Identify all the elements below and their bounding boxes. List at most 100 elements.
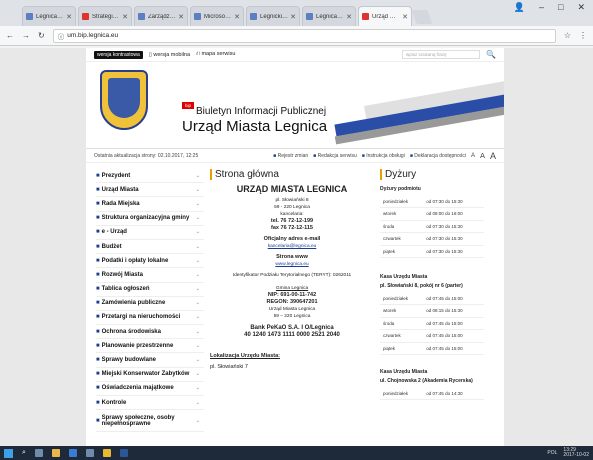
menu-item[interactable]: ■ Kontrole ⌄ (96, 396, 204, 411)
menu-item-label: Rozwój Miasta (101, 271, 143, 278)
menu-item[interactable]: ■ Rozwój Miasta ⌄ (96, 268, 204, 283)
chevron-down-icon: ⌄ (195, 215, 200, 222)
duty-day: poniedziałek (380, 387, 424, 400)
www-link[interactable]: www.legnica.eu (210, 261, 374, 268)
edge-icon[interactable] (68, 449, 77, 457)
menu-item[interactable]: ■ Zamówienia publiczne ⌄ (96, 297, 204, 311)
language-indicator[interactable]: POL (547, 450, 557, 456)
duty-column: Dyżury Dyżury podmiotu poniedziałek od 07… (380, 169, 490, 432)
font-size-button[interactable]: A (490, 151, 496, 161)
reload-icon[interactable]: ↻ (38, 31, 45, 40)
windows-start-icon[interactable] (4, 448, 13, 458)
search-icon[interactable]: 🔍 (486, 50, 496, 59)
url-input[interactable]: ⓘ um.bip.legnica.eu (52, 28, 556, 43)
duty-hours: od 08:15 do 15:30 (423, 304, 484, 318)
info-link[interactable]: ■ Rejestr zmian (273, 153, 308, 159)
info-link[interactable]: ■ Redakcja serwisu (313, 153, 357, 159)
menu-item[interactable]: ■ Podatki i opłaty lokalne ⌄ (96, 254, 204, 269)
star-icon[interactable]: ☆ (564, 31, 571, 40)
tab-close-icon[interactable]: ✕ (234, 13, 240, 21)
search-taskbar-icon[interactable]: ⌕ (22, 449, 26, 457)
word-icon[interactable] (119, 449, 128, 457)
forward-icon[interactable]: → (22, 31, 30, 40)
menu-item[interactable]: ■ Planowanie przestrzenne ⌄ (96, 339, 204, 354)
tab-close-icon[interactable]: ✕ (178, 13, 184, 21)
search-input[interactable]: wpisz szukaną frazę (402, 50, 481, 59)
menu-item[interactable]: ■ Sprawy społeczne, osoby niepełnosprawne… (96, 410, 204, 433)
tab-close-icon[interactable]: ✕ (122, 13, 128, 21)
bullet-icon: ■ (96, 357, 100, 364)
menu-item[interactable]: ■ Sprawy budowlane ⌄ (96, 353, 204, 368)
menu-item[interactable]: ■ Tablica ogłoszeń ⌄ (96, 283, 204, 297)
task-view-icon[interactable] (34, 449, 43, 457)
tab-close-icon[interactable]: ✕ (66, 13, 72, 21)
info-link-label: Instrukcja obsługi (366, 152, 405, 159)
clock[interactable]: 13:29 2017-10-02 (563, 448, 589, 458)
browser-tab[interactable]: Legnicki Budżet O✕ (246, 6, 300, 26)
minimize-icon[interactable]: – (539, 2, 544, 13)
back-icon[interactable]: ← (6, 31, 14, 40)
tab-close-icon[interactable]: ✕ (346, 13, 352, 21)
chevron-down-icon: ⌄ (195, 314, 200, 321)
duty-day: piątek (380, 245, 424, 258)
browser-tab[interactable]: Urząd Miasta Leg✕ (358, 6, 412, 26)
menu-item[interactable]: ■ Prezydent ⌄ (96, 169, 204, 184)
browser-tab[interactable]: Zarządzenie Nr 0✕ (134, 6, 188, 26)
duty-row: wtorek od 08:00 do 16:00 (380, 207, 484, 221)
profile-icon[interactable]: 👤 (514, 2, 525, 13)
duty-row: środa od 07:30 do 15:30 (380, 220, 484, 233)
browser-tab[interactable]: Microsoft Word -✕ (190, 6, 244, 26)
menu-item[interactable]: ■ Budżet ⌄ (96, 240, 204, 255)
info-link[interactable]: ■ Instrukcja obsługi (362, 153, 405, 159)
bullet-icon: ■ (96, 371, 100, 378)
menu-item[interactable]: ■ e - Urząd ⌄ (96, 226, 204, 240)
duty-sub-2a: Kasa Urzędu Miasta (380, 274, 428, 280)
close-window-icon[interactable]: ✕ (577, 2, 585, 13)
menu-item[interactable]: ■ Miejski Konserwator Zabytków ⌄ (96, 368, 204, 382)
menu-item-label: Zamówienia publiczne (101, 300, 166, 307)
menu-item-label: Kontrole (101, 399, 127, 406)
menu-item[interactable]: ■ Oświadczenia majątkowe ⌄ (96, 382, 204, 396)
main-column: Strona główna URZĄD MIASTA LEGNICA pl. S… (204, 169, 380, 432)
menu-icon[interactable]: ⋮ (579, 31, 587, 40)
mobile-version-link[interactable]: ▯ wersja mobilna (149, 52, 190, 58)
contrast-button[interactable]: wersja kontrastowa (94, 50, 143, 59)
duty-day: czwartek (380, 329, 424, 343)
bullet-icon: ■ (96, 200, 100, 207)
duty-day: czwartek (380, 232, 424, 246)
font-size-button[interactable]: A (480, 151, 485, 160)
chevron-down-icon: ⌄ (195, 200, 200, 207)
bullet-icon: ■ (96, 385, 100, 392)
duty-table-1: poniedziałek od 07:30 do 15:30 wtorek od 08… (380, 195, 484, 258)
browser-tab[interactable]: Strategia Rozwoj✕ (78, 6, 132, 26)
top-links: wersja kontrastowa ▯ wersja mobilna ⛙ ma… (86, 48, 504, 61)
main-heading: Strona główna (210, 169, 374, 180)
duty-day: poniedziałek (380, 195, 424, 208)
menu-item[interactable]: ■ Struktura organizacyjna gminy ⌄ (96, 212, 204, 226)
new-tab-button[interactable] (411, 10, 433, 24)
menu-item[interactable]: ■ Ochrona środowiska ⌄ (96, 325, 204, 340)
maximize-icon[interactable]: □ (558, 2, 563, 13)
font-size-button[interactable]: A (471, 153, 475, 159)
coat-of-arms-logo[interactable] (100, 70, 148, 130)
menu-item[interactable]: ■ Urząd Miasta ⌄ (96, 183, 204, 198)
chevron-down-icon: ⌄ (195, 172, 200, 179)
chevron-down-icon: ⌄ (195, 357, 200, 364)
chevron-down-icon: ⌄ (195, 371, 200, 378)
store-icon[interactable] (85, 449, 94, 457)
tab-close-icon[interactable]: ✕ (290, 13, 296, 21)
duty-day: poniedziałek (380, 292, 424, 305)
menu-item-label: Planowanie przestrzenne (101, 342, 174, 349)
sitemap-link[interactable]: ⛙ mapa serwisu (196, 51, 235, 58)
browser-tab[interactable]: Legnica - Oficjaln✕ (302, 6, 356, 26)
bullet-icon: ■ (96, 342, 100, 349)
tab-favicon-icon (26, 13, 33, 20)
email-link[interactable]: kancelaria@legnica.eu (210, 243, 374, 250)
menu-item[interactable]: ■ Rada Miejska ⌄ (96, 197, 204, 212)
info-link[interactable]: ■ Deklaracja dostępności (410, 153, 466, 159)
browser-tab[interactable]: Legnica - Oficjaln✕ (22, 6, 76, 26)
explorer-icon[interactable] (51, 449, 60, 457)
chrome-icon[interactable] (102, 449, 111, 457)
tab-close-icon[interactable]: ✕ (402, 13, 408, 21)
menu-item[interactable]: ■ Przetargi na nieruchomości ⌄ (96, 311, 204, 326)
